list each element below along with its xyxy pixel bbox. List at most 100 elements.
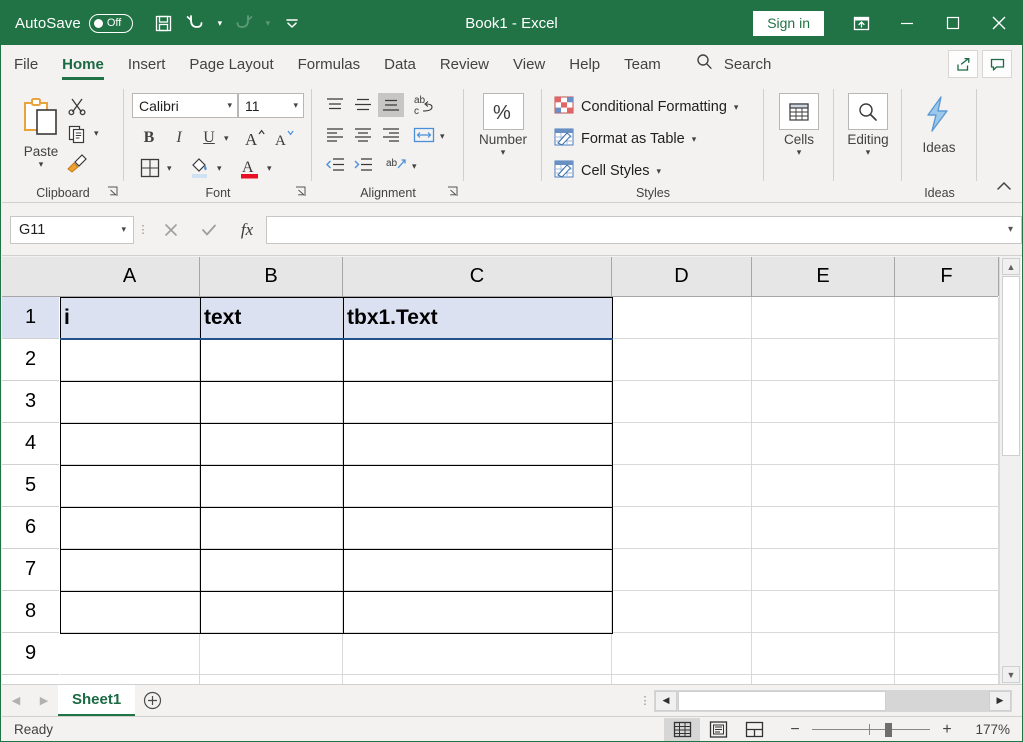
cell-D1[interactable]	[612, 297, 752, 339]
borders-dropdown-caret-icon[interactable]: ▾	[167, 163, 172, 174]
chevron-down-icon[interactable]: ▾	[692, 134, 697, 145]
tab-formulas[interactable]: Formulas	[286, 45, 373, 83]
align-middle-icon[interactable]	[350, 93, 376, 117]
dialog-launcher-icon[interactable]	[295, 186, 306, 200]
font-color-dropdown-caret-icon[interactable]: ▾	[267, 163, 272, 174]
horizontal-split-grip[interactable]: ⋮	[636, 694, 654, 707]
tab-help[interactable]: Help	[557, 45, 612, 83]
cell-E1[interactable]	[752, 297, 895, 339]
formula-input[interactable]: ▾	[266, 215, 1022, 244]
cell-E3[interactable]	[752, 381, 895, 423]
align-right-icon[interactable]	[378, 123, 404, 147]
close-icon[interactable]	[976, 1, 1022, 45]
cell-F6[interactable]	[895, 507, 999, 549]
redo-dropdown-caret-icon[interactable]: ▾	[261, 18, 275, 29]
column-header-b[interactable]: B	[200, 257, 343, 296]
cell-C6[interactable]	[343, 507, 612, 549]
customize-quick-access-toolbar-icon[interactable]	[277, 8, 307, 38]
cell-D6[interactable]	[612, 507, 752, 549]
redo-icon[interactable]	[229, 8, 259, 38]
cell-B9[interactable]	[200, 633, 343, 675]
borders-icon[interactable]	[136, 155, 164, 181]
bold-button[interactable]: B	[136, 125, 162, 151]
cell-D3[interactable]	[612, 381, 752, 423]
copy-icon[interactable]	[64, 121, 90, 147]
tab-home[interactable]: Home	[50, 45, 116, 83]
normal-view-icon[interactable]	[664, 717, 700, 741]
column-header-d[interactable]: D	[612, 257, 752, 296]
formula-bar-grip[interactable]: ⋮	[134, 223, 152, 236]
cell-C7[interactable]	[343, 549, 612, 591]
row-header-1[interactable]: 1	[2, 297, 59, 339]
cell-E5[interactable]	[752, 465, 895, 507]
cell-D10[interactable]	[612, 675, 752, 684]
row-header-9[interactable]: 9	[2, 633, 59, 675]
chevron-down-icon[interactable]: ▾	[734, 102, 739, 113]
column-header-e[interactable]: E	[752, 257, 895, 296]
cell-E6[interactable]	[752, 507, 895, 549]
cell-F2[interactable]	[895, 339, 999, 381]
chevron-down-icon[interactable]: ▾	[293, 100, 298, 111]
previous-sheet-icon[interactable]: ◀	[2, 687, 30, 715]
merge-and-center-icon[interactable]	[410, 123, 438, 147]
cell-A2[interactable]	[60, 339, 200, 381]
cell-D2[interactable]	[612, 339, 752, 381]
cell-F4[interactable]	[895, 423, 999, 465]
cell-B10[interactable]	[200, 675, 343, 684]
copy-dropdown-caret-icon[interactable]: ▾	[94, 128, 99, 139]
column-header-c[interactable]: C	[343, 257, 612, 296]
sign-in-button[interactable]: Sign in	[753, 10, 824, 36]
tab-team[interactable]: Team	[612, 45, 673, 83]
cell-F3[interactable]	[895, 381, 999, 423]
chevron-down-icon[interactable]: ▾	[866, 147, 871, 157]
column-header-f[interactable]: F	[895, 257, 999, 296]
cell-C9[interactable]	[343, 633, 612, 675]
cell-A3[interactable]	[60, 381, 200, 423]
ribbon-display-options-icon[interactable]	[838, 1, 884, 45]
fill-color-dropdown-caret-icon[interactable]: ▾	[217, 163, 222, 174]
cell-B7[interactable]	[200, 549, 343, 591]
align-left-icon[interactable]	[322, 123, 348, 147]
cell-A4[interactable]	[60, 423, 200, 465]
vertical-scroll-thumb[interactable]	[1002, 276, 1020, 456]
cell-D5[interactable]	[612, 465, 752, 507]
row-header-2[interactable]: 2	[2, 339, 59, 381]
row-header-6[interactable]: 6	[2, 507, 59, 549]
cell-A9[interactable]	[60, 633, 200, 675]
font-size-input[interactable]: 11 ▾	[238, 93, 304, 118]
vertical-scrollbar[interactable]: ▲ ▼	[999, 257, 1021, 684]
cell-styles-button[interactable]: Cell Styles ▾	[554, 159, 661, 183]
tab-review[interactable]: Review	[428, 45, 501, 83]
cell-A8[interactable]	[60, 591, 200, 633]
align-bottom-icon[interactable]	[378, 93, 404, 117]
chevron-down-icon[interactable]: ▾	[797, 147, 802, 157]
cells-button[interactable]: Cells ▾	[768, 93, 830, 157]
shrink-font-button[interactable]: A	[272, 125, 298, 151]
font-color-icon[interactable]: A	[236, 155, 264, 181]
wrap-text-icon[interactable]: ab c	[410, 91, 440, 119]
cell-F5[interactable]	[895, 465, 999, 507]
cell-E9[interactable]	[752, 633, 895, 675]
chevron-down-icon[interactable]: ▾	[501, 147, 506, 157]
comments-icon[interactable]	[982, 50, 1012, 78]
next-sheet-icon[interactable]: ▶	[30, 687, 58, 715]
zoom-slider[interactable]	[812, 722, 930, 737]
horizontal-scrollbar[interactable]: ◀ ▶	[654, 689, 1012, 712]
cell-F10[interactable]	[895, 675, 999, 684]
name-box[interactable]: G11 ▾	[10, 215, 134, 244]
column-header-a[interactable]: A	[60, 257, 200, 296]
cell-C3[interactable]	[343, 381, 612, 423]
share-icon[interactable]	[948, 50, 978, 78]
cell-D9[interactable]	[612, 633, 752, 675]
cell-C5[interactable]	[343, 465, 612, 507]
cell-A5[interactable]	[60, 465, 200, 507]
tab-data[interactable]: Data	[372, 45, 428, 83]
zoom-in-button[interactable]: +	[936, 721, 958, 739]
increase-indent-icon[interactable]	[350, 153, 376, 177]
scroll-left-arrow-icon[interactable]: ◀	[655, 690, 677, 711]
row-header-4[interactable]: 4	[2, 423, 59, 465]
insert-function-fx-icon[interactable]: fx	[228, 216, 266, 244]
editing-button[interactable]: Editing ▾	[837, 93, 899, 157]
save-icon[interactable]	[149, 8, 179, 38]
row-header-3[interactable]: 3	[2, 381, 59, 423]
